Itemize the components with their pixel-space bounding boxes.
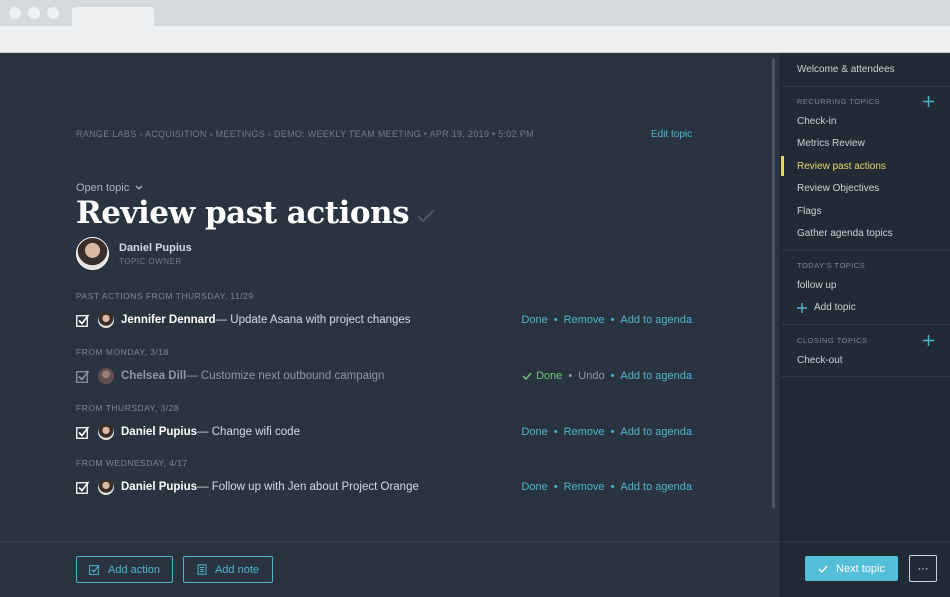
section-label: FROM WEDNESDAY, 4/17 <box>76 458 188 468</box>
window-maximize-dot[interactable] <box>47 7 59 19</box>
avatar <box>76 237 109 270</box>
add-note-button[interactable]: Add note <box>183 556 273 583</box>
action-links: Done • Remove • Add to agenda <box>521 481 692 493</box>
action-item: Daniel Pupius — Follow up with Jen about… <box>76 478 692 496</box>
sidebar-item-review-past-actions[interactable]: Review past actions <box>797 161 886 172</box>
browser-titlebar <box>0 0 950 26</box>
done-link[interactable]: Done <box>521 481 547 493</box>
add-closing-topic-icon[interactable] <box>923 335 934 346</box>
topic-owner: Daniel Pupius TOPIC OWNER <box>76 237 192 270</box>
sidebar-item-check-out[interactable]: Check-out <box>797 355 843 366</box>
action-item: Chelsea Dill — Customize next outbound c… <box>76 367 692 385</box>
chevron-down-icon <box>135 185 143 190</box>
closing-topics-heading: CLOSING TOPICS <box>797 336 868 345</box>
owner-role: TOPIC OWNER <box>119 256 182 266</box>
add-recurring-topic-icon[interactable] <box>923 96 934 107</box>
section-label: FROM MONDAY, 3/18 <box>76 347 169 357</box>
add-action-label: Add action <box>108 563 160 576</box>
assignee-name: Chelsea Dill <box>121 370 187 382</box>
action-text: — Update Asana with project changes <box>215 314 411 326</box>
action-links: Done • Remove • Add to agenda <box>521 314 692 326</box>
done-link[interactable]: Done <box>521 426 547 438</box>
checkbox-checked-icon[interactable] <box>76 426 89 439</box>
action-text: — Customize next outbound campaign <box>186 370 385 382</box>
page-title: Review past actions <box>76 195 410 231</box>
remove-link[interactable]: Remove <box>564 426 605 438</box>
add-topic-button[interactable]: Add topic <box>797 302 856 313</box>
todays-topics-heading: TODAY'S TOPICS <box>797 261 866 270</box>
sidebar-item-follow-up[interactable]: follow up <box>797 280 836 291</box>
next-topic-button[interactable]: Next topic <box>805 556 898 581</box>
action-text: — Follow up with Jen about Project Orang… <box>197 481 419 493</box>
sidebar-item-review-objectives[interactable]: Review Objectives <box>797 183 879 194</box>
open-topic-label: Open topic <box>76 182 130 194</box>
assignee-name: Daniel Pupius <box>121 426 198 438</box>
section-label: FROM THURSDAY, 3/28 <box>76 403 180 413</box>
plus-icon <box>797 302 807 313</box>
active-indicator <box>781 156 784 176</box>
sidebar-item-welcome[interactable]: Welcome & attendees <box>797 64 895 75</box>
remove-link[interactable]: Remove <box>564 481 605 493</box>
more-options-button[interactable]: ··· <box>909 555 937 582</box>
remove-link[interactable]: Remove <box>564 314 605 326</box>
title-row: Review past actions <box>76 195 435 231</box>
open-topic-dropdown[interactable]: Open topic <box>76 182 143 194</box>
action-links: Done • Undo • Add to agenda <box>522 370 692 382</box>
sidebar-item-metrics-review[interactable]: Metrics Review <box>797 138 865 149</box>
action-item: Daniel Pupius — Change wifi code Done • … <box>76 423 692 441</box>
owner-name: Daniel Pupius <box>119 241 192 254</box>
avatar <box>98 312 114 328</box>
done-link[interactable]: Done <box>521 314 547 326</box>
checkbox-checked-icon[interactable] <box>76 481 89 494</box>
checkbox-checked-icon[interactable] <box>76 314 89 327</box>
checkbox-checked-icon[interactable] <box>76 370 89 383</box>
checkmark-icon <box>818 565 828 573</box>
next-topic-label: Next topic <box>836 562 885 575</box>
note-icon <box>197 564 207 575</box>
add-to-agenda-link[interactable]: Add to agenda <box>620 370 692 382</box>
footer-divider <box>0 541 780 542</box>
add-to-agenda-link[interactable]: Add to agenda <box>620 314 692 326</box>
assignee-name: Daniel Pupius <box>121 481 198 493</box>
add-action-button[interactable]: Add action <box>76 556 173 583</box>
section-label: PAST ACTIONS FROM THURSDAY, 11/29 <box>76 291 254 301</box>
topics-sidebar: Welcome & attendees RECURRING TOPICS Che… <box>780 53 950 597</box>
add-note-label: Add note <box>214 563 260 576</box>
undo-link[interactable]: Undo <box>578 370 604 382</box>
window-minimize-dot[interactable] <box>28 7 40 19</box>
action-text: — Change wifi code <box>197 426 300 438</box>
avatar <box>98 479 114 495</box>
done-status: Done <box>536 370 563 382</box>
browser-tab[interactable] <box>72 7 154 26</box>
checkmark-icon[interactable] <box>417 209 435 223</box>
checkbox-icon <box>89 565 100 575</box>
sidebar-item-gather-agenda-topics[interactable]: Gather agenda topics <box>797 228 893 239</box>
scrollbar[interactable] <box>772 58 775 508</box>
add-to-agenda-link[interactable]: Add to agenda <box>620 481 692 493</box>
add-to-agenda-link[interactable]: Add to agenda <box>620 426 692 438</box>
recurring-topics-heading: RECURRING TOPICS <box>797 97 881 106</box>
browser-toolbar <box>0 26 950 53</box>
avatar <box>98 424 114 440</box>
breadcrumb[interactable]: RANGE LABS › ACQUISITION › MEETINGS › DE… <box>76 129 534 139</box>
avatar <box>98 368 114 384</box>
sidebar-item-check-in[interactable]: Check-in <box>797 116 836 127</box>
sidebar-item-flags[interactable]: Flags <box>797 206 821 217</box>
add-topic-label: Add topic <box>814 302 856 313</box>
edit-topic-link[interactable]: Edit topic <box>651 129 692 140</box>
action-links: Done • Remove • Add to agenda <box>521 426 692 438</box>
checkmark-icon <box>522 372 532 380</box>
action-item: Jennifer Dennard — Update Asana with pro… <box>76 311 692 329</box>
assignee-name: Jennifer Dennard <box>121 314 216 326</box>
window-close-dot[interactable] <box>9 7 21 19</box>
